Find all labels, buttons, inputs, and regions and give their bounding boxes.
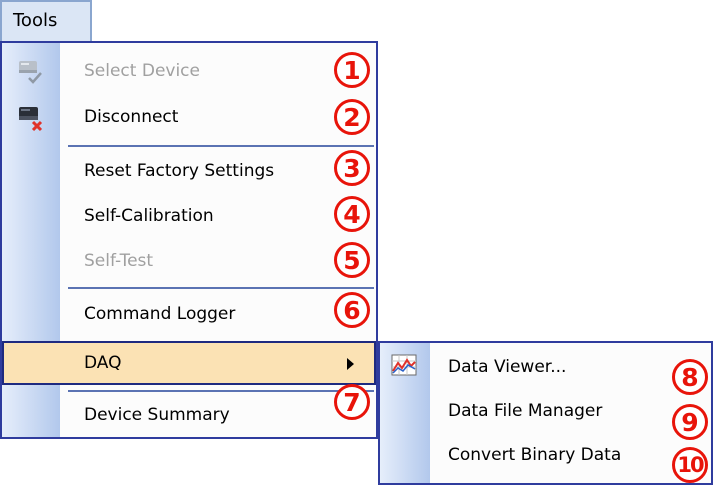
submenu-item-data-file-manager[interactable]: Data File Manager (380, 389, 711, 433)
device-disconnect-icon (16, 104, 46, 132)
menu-item-device-summary[interactable]: Device Summary (2, 393, 376, 439)
submenu-item-label: Convert Binary Data (448, 445, 622, 465)
menu-item-select-device[interactable]: Select Device (2, 49, 376, 95)
device-check-icon (16, 58, 46, 86)
callout-badge: 2 (334, 99, 370, 135)
menu-separator (68, 287, 374, 289)
menu-item-self-test[interactable]: Self-Test (2, 239, 376, 285)
menu-separator (68, 145, 374, 147)
menu-separator (68, 390, 374, 392)
menu-item-label: Device Summary (84, 405, 230, 425)
menu-item-label: Select Device (84, 61, 200, 81)
menu-item-label: Command Logger (84, 304, 236, 324)
submenu-item-label: Data File Manager (448, 401, 603, 421)
callout-badge: 5 (334, 242, 370, 278)
callout-badge: 3 (334, 150, 370, 186)
submenu-item-label: Data Viewer... (448, 357, 567, 377)
menu-item-disconnect[interactable]: Disconnect (2, 95, 376, 141)
menu-item-label: DAQ (84, 353, 122, 373)
menu-item-daq[interactable]: DAQ (2, 341, 376, 385)
callout-badge: 6 (334, 292, 370, 328)
daq-submenu: Data Viewer... Data File Manager Convert… (378, 341, 713, 485)
submenu-item-data-viewer[interactable]: Data Viewer... (380, 345, 711, 389)
callout-badge: 4 (334, 196, 370, 232)
menu-item-label: Reset Factory Settings (84, 161, 275, 181)
callout-badge: 8 (672, 359, 708, 395)
submenu-item-convert-binary-data[interactable]: Convert Binary Data (380, 433, 711, 477)
callout-badge: 10 (672, 447, 708, 483)
menu-item-self-calibration[interactable]: Self-Calibration (2, 194, 376, 240)
callout-badge: 7 (334, 384, 370, 420)
menu-item-reset-factory-settings[interactable]: Reset Factory Settings (2, 149, 376, 195)
chart-icon (390, 353, 418, 379)
menu-item-label: Self-Calibration (84, 206, 214, 226)
callout-badge: 9 (672, 404, 708, 440)
menu-item-command-logger[interactable]: Command Logger (2, 292, 376, 338)
tools-menu-tab[interactable]: Tools (0, 0, 92, 43)
submenu-arrow-icon (347, 358, 354, 370)
tools-menu-label: Tools (13, 10, 58, 31)
menu-item-label: Self-Test (84, 251, 154, 271)
menu-item-label: Disconnect (84, 107, 179, 127)
tools-dropdown-menu: Select Device Disconnect Reset Factory S… (0, 41, 378, 439)
callout-badge: 1 (334, 52, 370, 88)
